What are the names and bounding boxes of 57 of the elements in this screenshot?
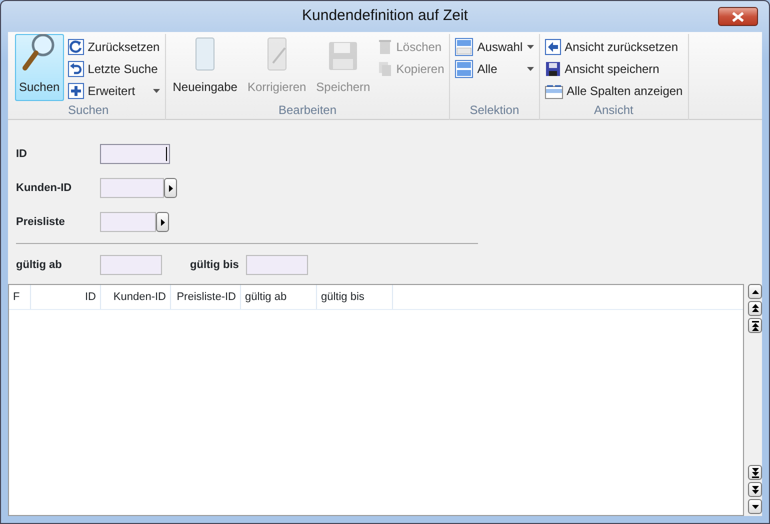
column-header[interactable]: Preisliste-ID xyxy=(171,285,241,309)
input-field[interactable] xyxy=(100,212,156,232)
columns-icon xyxy=(544,82,563,98)
column-header[interactable]: F xyxy=(9,285,31,309)
ribbon-button[interactable]: Suchen xyxy=(15,34,64,101)
lookup-button[interactable] xyxy=(156,212,169,232)
trash-icon xyxy=(378,38,392,54)
rows-icon xyxy=(455,38,474,56)
ribbon-button[interactable]: Letzte Suche xyxy=(66,58,162,79)
ribbon-button[interactable]: Ansicht zurücksetzen xyxy=(542,36,685,57)
input-field[interactable] xyxy=(100,178,164,198)
page-up-icon xyxy=(750,304,760,314)
lookup-button[interactable] xyxy=(164,178,177,198)
group-label: Bearbeiten xyxy=(277,103,338,119)
column-header[interactable]: gültig bis xyxy=(317,285,393,309)
undo-icon xyxy=(68,60,84,76)
page-down-icon xyxy=(750,484,760,494)
ribbon-button[interactable]: Alle xyxy=(453,58,536,79)
field-label: gültig bis xyxy=(190,258,240,273)
document-icon xyxy=(193,36,218,72)
triangle-right-icon xyxy=(160,218,164,226)
copy-icon xyxy=(378,60,392,76)
field-label: ID xyxy=(16,146,28,162)
close-icon xyxy=(732,12,744,22)
arrow-left-icon xyxy=(544,38,561,54)
group-label: Suchen xyxy=(67,103,110,119)
field-label: Preisliste xyxy=(16,214,66,230)
scroll-top-icon xyxy=(750,320,760,330)
group-label: Ansicht xyxy=(592,103,634,119)
ribbon-button[interactable]: Alle Spalten anzeigen xyxy=(542,80,685,101)
ribbon-button[interactable]: Auswahl xyxy=(453,36,536,57)
scroll-button[interactable] xyxy=(748,482,762,497)
triangle-right-icon xyxy=(168,184,172,192)
input-field[interactable] xyxy=(100,255,162,275)
column-header[interactable]: ID xyxy=(31,285,101,309)
field-label: Kunden-ID xyxy=(16,180,73,196)
ribbon-button[interactable]: Neueingabe xyxy=(168,34,242,101)
input-field[interactable] xyxy=(246,255,308,275)
plus-icon xyxy=(68,82,84,98)
ribbon-button[interactable]: Erweitert xyxy=(66,80,162,101)
field-label: gültig ab xyxy=(16,258,63,273)
close-button[interactable] xyxy=(718,7,758,26)
window-title: Kundendefinition auf Zeit xyxy=(302,6,468,26)
scroll-button[interactable] xyxy=(748,499,762,514)
column-header[interactable]: gültig ab xyxy=(241,285,317,309)
group-label: Selektion xyxy=(468,103,520,119)
scroll-button[interactable] xyxy=(748,318,762,333)
scroll-button[interactable] xyxy=(748,301,762,316)
scroll-bottom-icon xyxy=(750,468,760,478)
input-field[interactable] xyxy=(100,144,170,164)
ribbon-button[interactable]: Ansicht speichern xyxy=(542,58,685,79)
scroll-button[interactable] xyxy=(748,284,762,299)
column-header[interactable]: Kunden-ID xyxy=(101,285,171,309)
rows-icon xyxy=(455,60,474,78)
ribbon-button[interactable]: Zurücksetzen xyxy=(66,36,162,57)
scroll-button[interactable] xyxy=(748,465,762,480)
refresh-icon xyxy=(68,38,84,54)
